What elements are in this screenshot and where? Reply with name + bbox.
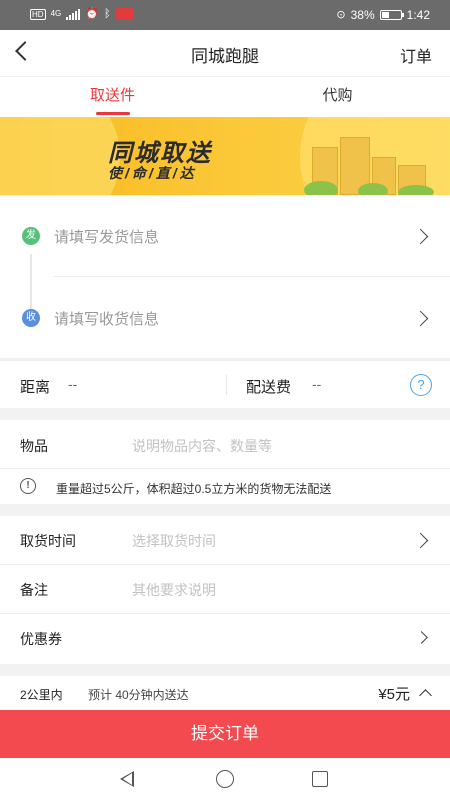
app-notification-icon — [115, 8, 134, 20]
chevron-right-icon — [412, 228, 429, 245]
chevron-up-icon[interactable] — [419, 689, 432, 702]
tab-pickup-delivery[interactable]: 取送件 — [0, 77, 225, 117]
banner-decor-circle — [0, 117, 120, 195]
receiver-badge: 收 — [22, 309, 40, 327]
divider — [226, 375, 227, 395]
remark-input[interactable]: 其他要求说明 — [132, 580, 216, 600]
bush-illustration — [304, 181, 338, 195]
chevron-right-icon — [412, 310, 429, 327]
sender-placeholder: 请填写发货信息 — [54, 229, 160, 246]
tab-purchase[interactable]: 代购 — [225, 77, 450, 117]
receiver-placeholder: 请填写收货信息 — [54, 311, 160, 328]
sender-address-row[interactable]: 发 请填写发货信息 — [0, 196, 450, 276]
fee-value: -- — [312, 376, 322, 392]
warning-icon: ! — [20, 478, 36, 494]
bluetooth-icon: ᛒ — [103, 8, 111, 20]
hd-icon: HD — [30, 8, 46, 20]
nav-home-icon[interactable] — [216, 770, 234, 788]
fee-label: 配送费 — [246, 379, 292, 396]
total-price: ¥5元 — [378, 686, 410, 703]
page-title: 同城跑腿 — [191, 47, 259, 66]
signal-icon — [66, 8, 81, 20]
status-bar-right: ⊙ 38% 1:42 — [336, 8, 430, 22]
goods-card: 物品 说明物品内容、数量等 ! 重量超过5公斤，体积超过0.5立方米的货物无法配… — [0, 420, 450, 504]
pickup-time-row[interactable]: 取货时间 选择取货时间 — [0, 516, 450, 565]
distance-range: 2公里内 — [20, 688, 63, 702]
nav-back-icon-inner — [123, 773, 132, 785]
chevron-right-icon — [415, 631, 428, 644]
4g-icon: 4G — [50, 9, 62, 18]
coupon-row[interactable]: 优惠券 — [0, 614, 450, 663]
alarm-icon: ⏰ — [85, 8, 99, 20]
sender-badge: 发 — [22, 227, 40, 245]
remark-row: 备注 其他要求说明 — [0, 565, 450, 614]
navbar: 同城跑腿 订单 — [0, 30, 450, 76]
goods-input[interactable]: 说明物品内容、数量等 — [132, 436, 272, 456]
distance-label: 距离 — [20, 379, 51, 396]
delivery-eta: 预计 40分钟内送达 — [88, 688, 189, 702]
distance-value: -- — [68, 376, 78, 392]
pickup-time-placeholder: 选择取货时间 — [132, 533, 216, 549]
battery-percent: 38% — [350, 8, 375, 22]
distance-fee-row: 距离 -- 配送费 -- ? — [0, 360, 450, 408]
divider — [54, 276, 450, 277]
location-icon: ⊙ — [336, 9, 346, 21]
divider — [0, 468, 450, 469]
order-options-card: 取货时间 选择取货时间 备注 其他要求说明 优惠券 — [0, 516, 450, 664]
battery-icon — [379, 10, 404, 20]
promo-banner: 同城取送 使/命/直/达 — [0, 117, 450, 195]
help-question-icon[interactable]: ? — [410, 374, 432, 396]
pickup-time-label: 取货时间 — [20, 533, 76, 549]
address-card: 发 请填写发货信息 收 请填写收货信息 — [0, 196, 450, 358]
banner-subtitle: 使/命/直/达 — [108, 165, 197, 181]
bush-illustration — [358, 183, 388, 195]
status-bar-left: HD 4G ⏰ ᛒ — [30, 8, 134, 20]
clock: 1:42 — [406, 8, 430, 22]
price-summary-bar[interactable]: 2公里内 预计 40分钟内送达 ¥5元 — [0, 676, 450, 710]
remark-label: 备注 — [20, 582, 48, 598]
orders-link[interactable]: 订单 — [400, 43, 432, 67]
coupon-label: 优惠券 — [20, 631, 62, 647]
submit-order-button[interactable]: 提交订单 — [0, 710, 450, 758]
weight-warning-text: 重量超过5公斤，体积超过0.5立方米的货物无法配送 — [56, 482, 332, 496]
goods-label: 物品 — [20, 438, 48, 454]
system-nav-bar — [0, 758, 450, 800]
chevron-right-icon — [412, 532, 429, 549]
nav-recents-icon[interactable] — [312, 771, 328, 787]
bush-illustration — [398, 185, 434, 195]
tab-bar: 取送件 代购 — [0, 77, 450, 117]
status-bar: HD 4G ⏰ ᛒ ⊙ 38% 1:42 — [0, 0, 450, 30]
receiver-address-row[interactable]: 收 请填写收货信息 — [0, 278, 450, 358]
